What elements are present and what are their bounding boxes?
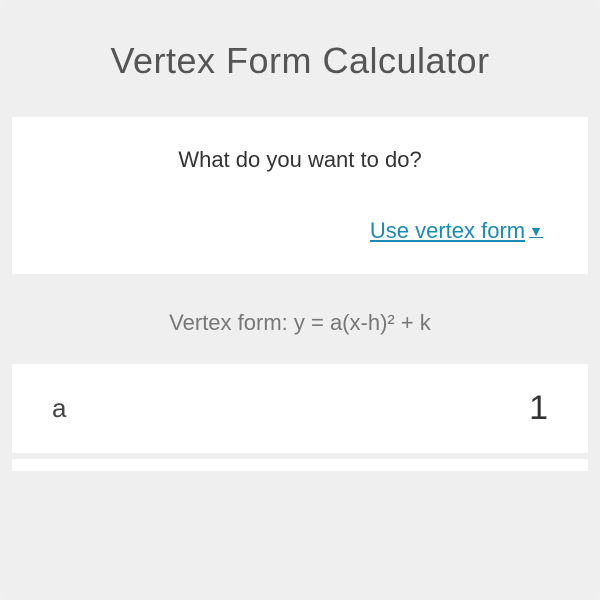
question-card: What do you want to do? Use vertex form … [12, 117, 588, 274]
spacer-card [12, 459, 588, 471]
input-label-a: a [52, 393, 66, 424]
input-field-a[interactable] [348, 389, 548, 428]
mode-dropdown[interactable]: Use vertex form ▼ [370, 218, 543, 244]
page-title: Vertex Form Calculator [32, 40, 568, 82]
formula-label: Vertex form: y = a(x-h)² + k [32, 310, 568, 336]
formula-header: Vertex form: y = a(x-h)² + k [12, 282, 588, 364]
input-row-a: a [12, 364, 588, 453]
calculator-container: Vertex Form Calculator What do you want … [0, 0, 600, 600]
dropdown-row: Use vertex form ▼ [52, 218, 548, 244]
dropdown-label: Use vertex form [370, 218, 525, 244]
header: Vertex Form Calculator [12, 12, 588, 117]
question-prompt: What do you want to do? [52, 147, 548, 173]
chevron-down-icon: ▼ [529, 223, 543, 239]
